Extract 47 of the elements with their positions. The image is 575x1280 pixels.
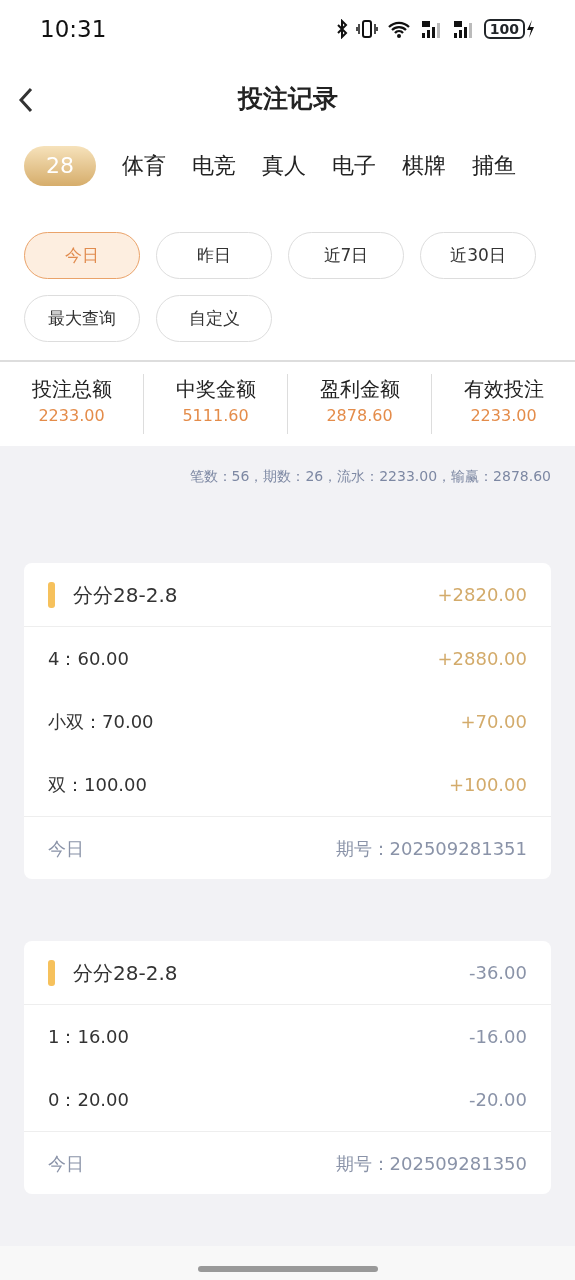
vibrate-icon bbox=[355, 19, 378, 39]
record-title: 分分28-2.8 bbox=[73, 581, 179, 609]
stat-label: 盈利金额 bbox=[318, 376, 401, 403]
page-title: 投注记录 bbox=[237, 83, 338, 116]
wifi-icon bbox=[385, 19, 412, 39]
bet-amount: -16.00 bbox=[468, 1025, 527, 1049]
date-filter-button[interactable]: 昨日 bbox=[156, 232, 272, 279]
accent-bar bbox=[48, 959, 55, 986]
category-tab[interactable]: 电子 bbox=[332, 146, 376, 186]
bet-label: 小双：70.00 bbox=[48, 710, 154, 734]
period-number: 期号：202509281351 bbox=[335, 836, 527, 861]
summary-text: 笔数：56，期数：26，流水：2233.00，输赢：2878.60 bbox=[188, 467, 552, 486]
record-title: 分分28-2.8 bbox=[73, 959, 179, 987]
date-filter-button[interactable]: 近30日 bbox=[420, 232, 536, 279]
category-tab[interactable]: 棋牌 bbox=[402, 146, 446, 186]
category-tab[interactable]: 真人 bbox=[262, 146, 306, 186]
date-filter-button[interactable]: 最大查询 bbox=[24, 295, 140, 342]
bet-amount: -20.00 bbox=[468, 1088, 527, 1112]
date-filter-button[interactable]: 自定义 bbox=[156, 295, 272, 342]
stat-label: 有效投注 bbox=[462, 376, 545, 403]
bet-amount: +70.00 bbox=[460, 710, 527, 734]
bet-label: 双：100.00 bbox=[48, 773, 147, 797]
bet-label: 4：60.00 bbox=[48, 647, 129, 671]
category-tab[interactable]: 体育 bbox=[122, 146, 166, 186]
accent-bar bbox=[48, 581, 55, 608]
category-tab[interactable]: 电竞 bbox=[192, 146, 236, 186]
stat-value: 2233.00 bbox=[37, 405, 106, 427]
record-date: 今日 bbox=[48, 836, 84, 861]
bluetooth-icon bbox=[335, 19, 348, 39]
total-amount: +2820.00 bbox=[437, 583, 527, 607]
stat-label: 投注总额 bbox=[30, 376, 113, 403]
bet-label: 1：16.00 bbox=[48, 1025, 129, 1049]
period-number: 期号：202509281350 bbox=[335, 1151, 527, 1176]
record-date: 今日 bbox=[48, 1151, 84, 1176]
stat-value: 2878.60 bbox=[325, 405, 394, 427]
stat-value: 2233.00 bbox=[469, 405, 538, 427]
clock-time: 10:31 bbox=[40, 14, 107, 44]
stat-value: 5111.60 bbox=[181, 405, 250, 427]
bet-label: 0：20.00 bbox=[48, 1088, 129, 1112]
bet-amount: +100.00 bbox=[448, 773, 527, 797]
stat-label: 中奖金额 bbox=[174, 376, 257, 403]
battery-level: 100 bbox=[483, 19, 525, 39]
total-amount: -36.00 bbox=[468, 961, 527, 985]
charging-icon bbox=[525, 19, 535, 39]
bet-amount: +2880.00 bbox=[437, 647, 527, 671]
category-tab[interactable]: 捕鱼 bbox=[472, 146, 516, 186]
date-filter-button[interactable]: 近7日 bbox=[288, 232, 404, 279]
